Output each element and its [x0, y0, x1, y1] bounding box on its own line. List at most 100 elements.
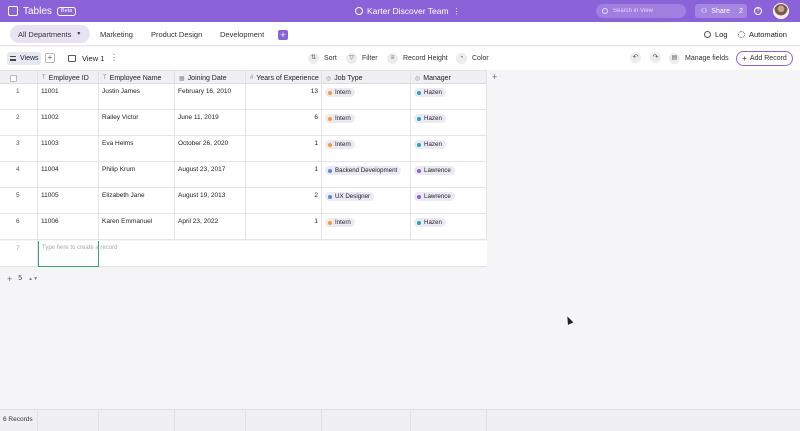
pill-label: Hazen [424, 89, 442, 96]
cell-employee-id[interactable]: 11002 [38, 110, 99, 136]
summary-cell[interactable] [246, 410, 322, 431]
cell-job-type[interactable]: UX Designer [322, 188, 411, 214]
cell-joining-date[interactable]: August 19, 2013 [175, 188, 246, 214]
cell-employee-id[interactable]: 11004 [38, 162, 99, 188]
cell-employee-id[interactable]: 11003 [38, 136, 99, 162]
cell-employee-name[interactable]: Philip Krum [99, 162, 175, 188]
cell-manager[interactable]: Lawrence [411, 162, 487, 188]
help-icon[interactable]: ? [754, 7, 762, 15]
column-header-manager[interactable]: ◎ Manager [411, 71, 487, 85]
add-row-button[interactable]: + [7, 274, 12, 284]
table-row[interactable]: 4 11004 Philip Krum August 23, 2017 1 Backend… [0, 162, 487, 188]
manage-fields-button[interactable]: ▤ Manage fields [669, 52, 729, 65]
cell-job-type[interactable]: Intern [322, 84, 411, 110]
summary-cell[interactable] [99, 410, 175, 431]
add-department-button[interactable]: + [278, 30, 288, 40]
column-label: Joining Date [187, 74, 227, 82]
select-all-checkbox[interactable] [10, 74, 17, 82]
cell-job-type[interactable]: Intern [322, 110, 411, 136]
cell-years-of-experience[interactable]: 1 [246, 162, 322, 188]
add-field-button[interactable]: + [492, 72, 497, 82]
cell-years-of-experience[interactable]: 13 [246, 84, 322, 110]
search-box[interactable] [596, 4, 686, 18]
cell-manager[interactable]: Hazen [411, 110, 487, 136]
cell-job-type[interactable]: Intern [322, 214, 411, 240]
summary-cell[interactable] [322, 410, 411, 431]
status-dot-icon [328, 168, 332, 173]
avatar[interactable] [773, 3, 789, 19]
team-selector[interactable]: Karter Discover Team ⋮ [355, 0, 461, 22]
cell-years-of-experience[interactable]: 1 [246, 136, 322, 162]
column-label: Employee Name [109, 74, 162, 82]
app-header: Tables Beta Karter Discover Team ⋮ ⚇ Sha… [0, 0, 800, 22]
cell-job-type[interactable]: Intern [322, 136, 411, 162]
brand[interactable]: Tables Beta [8, 5, 77, 17]
tab-development[interactable]: Development [212, 25, 272, 43]
filter-button[interactable]: ▽ Filter [346, 52, 378, 65]
table-grid: T Employee ID T Employee Name ▦ Joining … [0, 70, 800, 431]
row-count-input[interactable]: 5 [18, 275, 22, 282]
column-header-employee-name[interactable]: T Employee Name [99, 71, 175, 85]
column-header-job-type[interactable]: ◎ Job Type [322, 71, 411, 85]
cell-manager[interactable]: Lawrence [411, 188, 487, 214]
view-selector[interactable]: View 1 [68, 52, 104, 65]
cell-years-of-experience[interactable]: 1 [246, 214, 322, 240]
cell-joining-date[interactable]: August 23, 2017 [175, 162, 246, 188]
cell-joining-date[interactable]: April 23, 2022 [175, 214, 246, 240]
tab-marketing[interactable]: Marketing [92, 25, 141, 43]
add-view-button[interactable]: + [45, 53, 55, 63]
log-button[interactable]: Log [704, 25, 728, 43]
tab-all-departments[interactable]: All Departments ▼ [10, 25, 90, 43]
team-icon [355, 7, 363, 15]
sort-button[interactable]: ⇅ Sort [308, 52, 337, 65]
table-row[interactable]: 1 11001 Justin James February 16, 2010 13 Int… [0, 84, 487, 110]
chevron-down-icon: ▼ [76, 31, 82, 37]
column-header-employee-id[interactable]: T Employee ID [38, 71, 99, 85]
cell-joining-date[interactable]: June 11, 2019 [175, 110, 246, 136]
cell-years-of-experience[interactable]: 2 [246, 188, 322, 214]
app-name: Tables [23, 5, 52, 17]
new-record-input[interactable]: Type here to create a record [38, 241, 117, 267]
cell-joining-date[interactable]: October 26, 2020 [175, 136, 246, 162]
mouse-pointer-icon [564, 315, 574, 325]
cell-employee-id[interactable]: 11005 [38, 188, 99, 214]
column-header-years-of-experience[interactable]: # Years of Experience [246, 71, 322, 85]
tab-label: Marketing [100, 29, 133, 39]
color-button[interactable]: ◔ Color [456, 52, 489, 65]
table-row[interactable]: 2 11002 Railey Victor June 11, 2019 6 Intern H… [0, 110, 487, 136]
add-record-label: Add Record [749, 55, 787, 62]
stepper-arrows-icon[interactable]: ▲▼ [28, 276, 38, 282]
undo-icon[interactable]: ↶ [630, 52, 641, 63]
cell-manager[interactable]: Hazen [411, 84, 487, 110]
share-button[interactable]: ⚇ Share 2 [695, 4, 747, 18]
cell-employee-name[interactable]: Eva Helms [99, 136, 175, 162]
cell-manager[interactable]: Hazen [411, 214, 487, 240]
column-header-joining-date[interactable]: ▦ Joining Date [175, 71, 246, 85]
table-row[interactable]: 6 11006 Karen Emmanuel April 23, 2022 1 Inter… [0, 214, 487, 240]
team-menu-icon[interactable]: ⋮ [453, 7, 461, 16]
summary-cell[interactable] [411, 410, 487, 431]
cell-employee-name[interactable]: Karen Emmanuel [99, 214, 175, 240]
cell-employee-name[interactable]: Railey Victor [99, 110, 175, 136]
summary-cell [0, 410, 38, 431]
cell-employee-name[interactable]: Justin James [99, 84, 175, 110]
cell-joining-date[interactable]: February 16, 2010 [175, 84, 246, 110]
view-more-icon[interactable]: ⋮ [110, 53, 118, 62]
search-input[interactable] [613, 8, 683, 14]
tab-product-design[interactable]: Product Design [143, 25, 210, 43]
cell-employee-id[interactable]: 11006 [38, 214, 99, 240]
table-row[interactable]: 3 11003 Eva Helms October 26, 2020 1 Intern Ha… [0, 136, 487, 162]
table-row[interactable]: 5 11005 Elizabeth Jane August 19, 2013 2 UX D… [0, 188, 487, 214]
redo-icon[interactable]: ↷ [650, 52, 661, 63]
cell-job-type[interactable]: Backend Development [322, 162, 411, 188]
cell-years-of-experience[interactable]: 6 [246, 110, 322, 136]
automation-button[interactable]: Automation [738, 25, 787, 43]
record-height-button[interactable]: ≡ Record Height [387, 52, 448, 65]
cell-manager[interactable]: Hazen [411, 136, 487, 162]
views-button[interactable]: Views [7, 52, 41, 65]
cell-employee-id[interactable]: 11001 [38, 84, 99, 110]
summary-cell[interactable] [175, 410, 246, 431]
add-record-button[interactable]: + Add Record [736, 51, 793, 66]
summary-cell[interactable] [38, 410, 99, 431]
cell-employee-name[interactable]: Elizabeth Jane [99, 188, 175, 214]
